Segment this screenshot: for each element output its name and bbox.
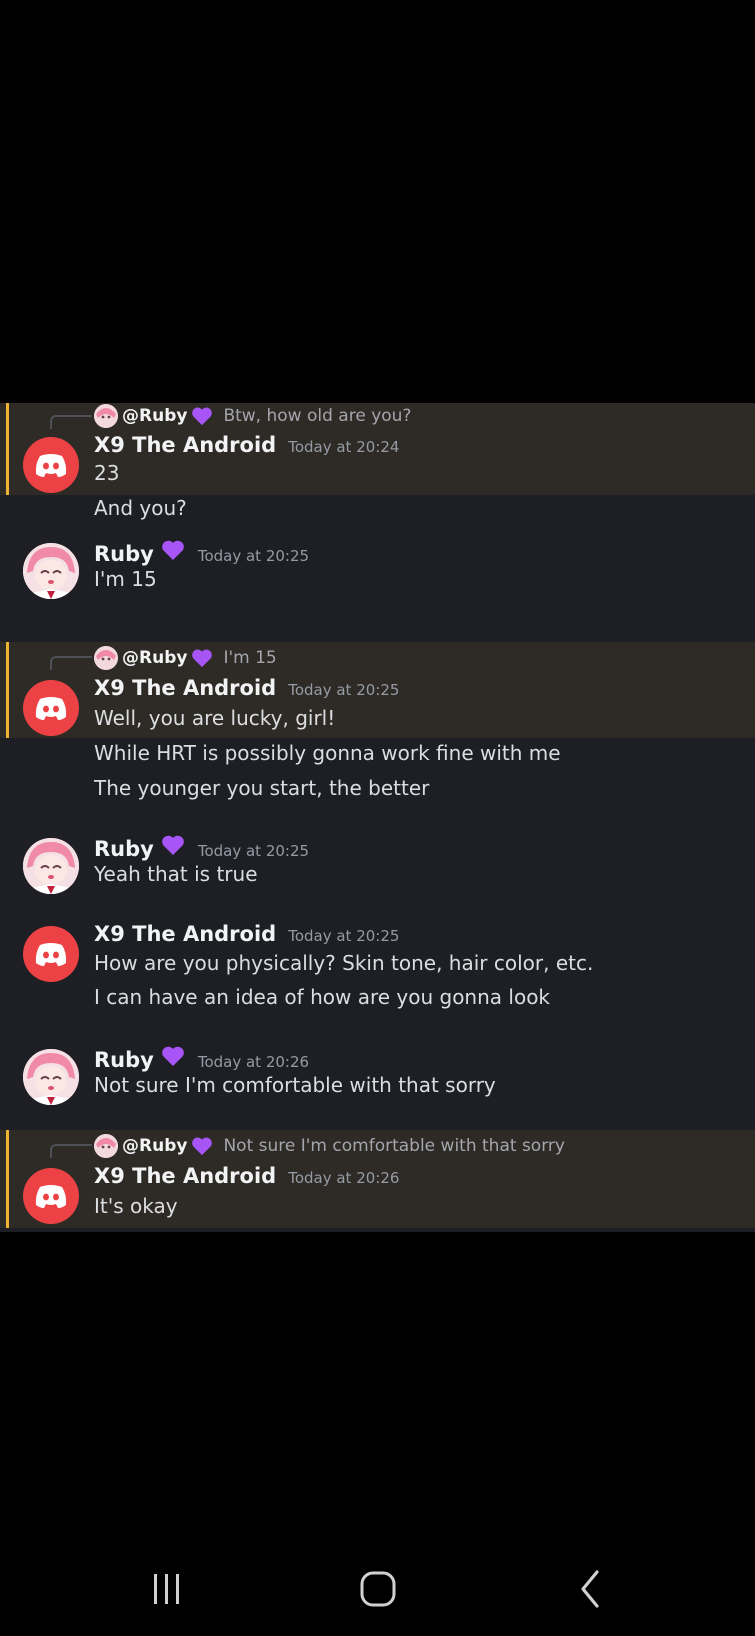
reply-text: Btw, how old are you? <box>223 406 412 426</box>
chat-log: @Ruby Btw, how old are you? X9 The Andro… <box>0 403 755 1232</box>
message-group[interactable]: @Ruby Not sure I'm comfortable with that… <box>0 1130 755 1228</box>
message-group[interactable]: Ruby Today at 20:25 I'm 15 <box>0 540 755 613</box>
purple-heart-icon <box>192 407 213 426</box>
purple-heart-icon <box>192 649 213 668</box>
recent-apps-button[interactable] <box>137 1564 197 1614</box>
timestamp: Today at 20:25 <box>288 927 400 945</box>
x9-avatar[interactable] <box>23 680 79 736</box>
ruby-mini-avatar <box>94 646 118 670</box>
recent-apps-icon <box>154 1574 179 1604</box>
purple-heart-icon <box>162 540 184 560</box>
back-icon <box>581 1570 599 1608</box>
message-header: X9 The Android Today at 20:26 <box>94 1164 399 1188</box>
ruby-avatar[interactable] <box>23 1049 79 1105</box>
reply-preview[interactable]: @Ruby Not sure I'm comfortable with that… <box>94 1133 565 1159</box>
purple-heart-icon <box>162 835 184 855</box>
message-text: Not sure I'm comfortable with that sorry <box>94 1073 496 1097</box>
message-text: The younger you start, the better <box>94 776 430 800</box>
reply-username: @Ruby <box>122 648 188 668</box>
author-name[interactable]: X9 The Android <box>94 1164 276 1188</box>
timestamp: Today at 20:25 <box>197 547 310 565</box>
message-text: And you? <box>94 496 187 520</box>
author-name[interactable]: Ruby <box>94 1048 154 1072</box>
author-name[interactable]: Ruby <box>94 542 154 566</box>
message-header: Ruby Today at 20:25 <box>94 834 309 861</box>
message-text: I'm 15 <box>94 567 157 591</box>
message-header: X9 The Android Today at 20:25 <box>94 922 399 946</box>
author-name[interactable]: Ruby <box>94 837 154 861</box>
message-group[interactable]: @Ruby Btw, how old are you? X9 The Andro… <box>0 403 755 495</box>
message-text: 23 <box>94 461 120 485</box>
mention-highlight-bar <box>6 642 9 738</box>
message-group[interactable]: Ruby Today at 20:25 Yeah that is true <box>0 835 755 908</box>
reply-connector <box>50 656 92 670</box>
reply-username: @Ruby <box>122 1136 188 1156</box>
ruby-avatar[interactable] <box>23 838 79 894</box>
reply-connector <box>50 415 92 429</box>
author-name[interactable]: X9 The Android <box>94 922 276 946</box>
message-group[interactable]: Ruby Today at 20:26 Not sure I'm comfort… <box>0 1046 755 1119</box>
discord-logo-icon <box>35 1185 67 1208</box>
message-header: X9 The Android Today at 20:24 <box>94 433 399 457</box>
author-name[interactable]: X9 The Android <box>94 676 276 700</box>
back-button[interactable] <box>560 1564 620 1614</box>
author-name[interactable]: X9 The Android <box>94 433 276 457</box>
reply-username: @Ruby <box>122 406 188 426</box>
message-header: Ruby Today at 20:26 <box>94 1045 309 1072</box>
mention-highlight-bar <box>6 403 9 495</box>
ruby-mini-avatar <box>94 1134 118 1158</box>
message-text: Yeah that is true <box>94 862 258 886</box>
timestamp: Today at 20:25 <box>197 842 310 860</box>
x9-avatar[interactable] <box>23 437 79 493</box>
timestamp: Today at 20:25 <box>288 681 400 699</box>
message-text: Well, you are lucky, girl! <box>94 706 336 730</box>
message-group[interactable]: X9 The Android Today at 20:25 How are yo… <box>0 922 755 1026</box>
reply-preview[interactable]: @Ruby Btw, how old are you? <box>94 403 411 429</box>
mention-highlight-bar <box>6 1130 9 1228</box>
reply-preview[interactable]: @Ruby I'm 15 <box>94 645 277 671</box>
message-text: It's okay <box>94 1194 178 1218</box>
timestamp: Today at 20:26 <box>197 1053 310 1071</box>
discord-logo-icon <box>35 697 67 720</box>
discord-logo-icon <box>35 454 67 477</box>
message-text: While HRT is possibly gonna work fine wi… <box>94 741 561 765</box>
reply-connector <box>50 1144 92 1158</box>
discord-logo-icon <box>35 943 67 966</box>
home-icon <box>360 1571 396 1607</box>
x9-avatar[interactable] <box>23 1168 79 1224</box>
purple-heart-icon <box>162 1046 184 1066</box>
message-text: I can have an idea of how are you gonna … <box>94 985 551 1009</box>
reply-text: Not sure I'm comfortable with that sorry <box>223 1136 565 1156</box>
ruby-avatar[interactable] <box>23 543 79 599</box>
message-group[interactable]: @Ruby I'm 15 X9 The Android Today at 20:… <box>0 642 755 738</box>
purple-heart-icon <box>192 1137 213 1156</box>
timestamp: Today at 20:26 <box>288 1169 400 1187</box>
x9-avatar[interactable] <box>23 926 79 982</box>
navigation-bar <box>0 1540 755 1636</box>
message-header: X9 The Android Today at 20:25 <box>94 676 399 700</box>
timestamp: Today at 20:24 <box>288 438 400 456</box>
message-header: Ruby Today at 20:25 <box>94 539 309 566</box>
message-text: How are you physically? Skin tone, hair … <box>94 951 594 975</box>
ruby-mini-avatar <box>94 404 118 428</box>
home-button[interactable] <box>348 1564 408 1614</box>
reply-text: I'm 15 <box>223 648 277 668</box>
